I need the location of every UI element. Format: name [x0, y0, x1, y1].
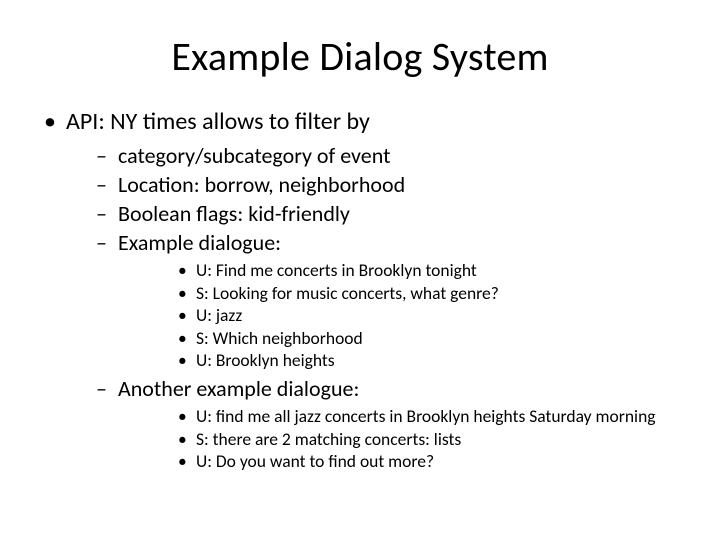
list-item-text: U: Do you want to find out more?	[196, 450, 434, 472]
bullet-list-level2: category/subcategory of event Location: …	[66, 142, 680, 473]
list-item: U: Do you want to find out more?	[118, 450, 680, 472]
list-item-text: API: NY times allows to filter by	[66, 107, 370, 136]
list-item: S: Which neighborhood	[118, 327, 680, 349]
list-item: U: Brooklyn heights	[118, 349, 680, 371]
bullet-list-level3: U: find me all jazz concerts in Brooklyn…	[118, 405, 680, 472]
list-item: U: find me all jazz concerts in Brooklyn…	[118, 405, 680, 427]
list-item-text: S: Which neighborhood	[196, 327, 363, 349]
list-item-text: Example dialogue:	[118, 229, 281, 256]
list-item-text: S: Looking for music concerts, what genr…	[196, 282, 499, 304]
list-item: Another example dialogue: U: find me all…	[66, 375, 680, 472]
list-item: U: jazz	[118, 304, 680, 326]
list-item-text: Another example dialogue:	[118, 375, 359, 402]
list-item-text: U: find me all jazz concerts in Brooklyn…	[196, 405, 656, 427]
slide: Example Dialog System API: NY times allo…	[0, 0, 720, 540]
list-item-text: S: there are 2 matching concerts: lists	[196, 428, 461, 450]
list-item: API: NY times allows to filter by catego…	[40, 107, 680, 473]
list-item-text: U: Brooklyn heights	[196, 349, 335, 371]
list-item: Example dialogue: U: Find me concerts in…	[66, 229, 680, 371]
list-item-text: category/subcategory of event	[118, 142, 390, 169]
list-item: Boolean flags: kid-friendly	[66, 200, 680, 228]
slide-title: Example Dialog System	[40, 32, 680, 81]
list-item-text: U: jazz	[196, 304, 242, 326]
list-item-text: U: Find me concerts in Brooklyn tonight	[196, 259, 477, 281]
list-item: category/subcategory of event	[66, 142, 680, 170]
bullet-list-level3: U: Find me concerts in Brooklyn tonight …	[118, 259, 680, 371]
list-item: S: Looking for music concerts, what genr…	[118, 282, 680, 304]
list-item: Location: borrow, neighborhood	[66, 171, 680, 199]
list-item: U: Find me concerts in Brooklyn tonight	[118, 259, 680, 281]
list-item: S: there are 2 matching concerts: lists	[118, 428, 680, 450]
bullet-list-level1: API: NY times allows to filter by catego…	[40, 107, 680, 473]
list-item-text: Location: borrow, neighborhood	[118, 171, 405, 198]
list-item-text: Boolean flags: kid-friendly	[118, 200, 350, 227]
